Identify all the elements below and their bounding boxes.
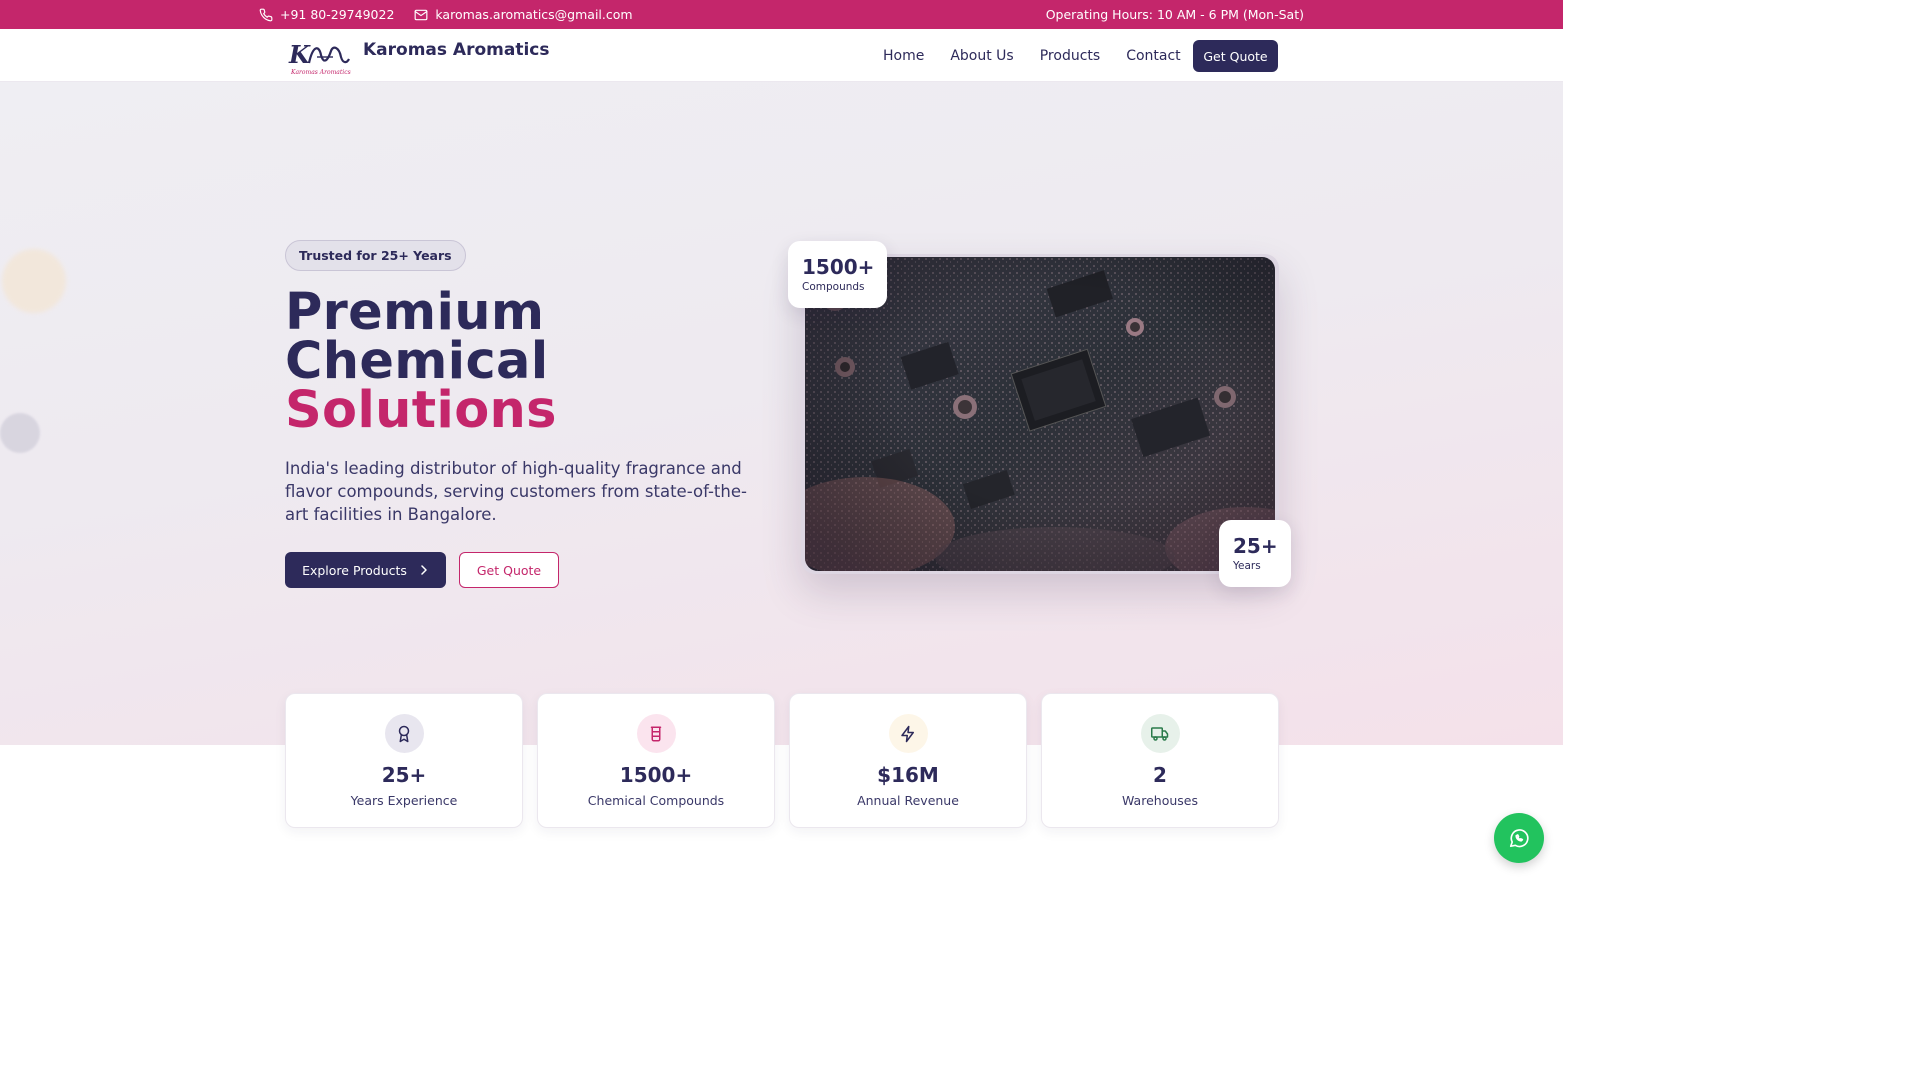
stat-label: Annual Revenue <box>857 793 959 808</box>
nav-link-contact[interactable]: Contact <box>1126 48 1180 64</box>
headline-line-2: Chemical <box>285 332 549 391</box>
nav-link-home[interactable]: Home <box>883 48 924 64</box>
lightning-icon <box>888 714 928 753</box>
mail-icon <box>414 9 428 20</box>
compounds-label: Compounds <box>802 281 865 293</box>
stat-value: 2 <box>1153 763 1167 787</box>
stat-label: Years Experience <box>350 793 458 808</box>
stat-card-warehouses: 2 Warehouses <box>1041 693 1279 828</box>
whatsapp-icon <box>1509 829 1529 848</box>
svg-text:Karomas Aromatics: Karomas Aromatics <box>290 69 351 76</box>
truck-icon <box>1140 714 1180 753</box>
compounds-float-card: 1500+ Compounds <box>788 241 887 308</box>
years-count: 25+ <box>1233 534 1278 558</box>
hero-headline: Premium Chemical Solutions <box>285 283 557 440</box>
stat-value: 25+ <box>381 763 427 787</box>
top-info-bar: +91 80-29749022 karomas.aromatics@gmail.… <box>0 0 1563 29</box>
years-float-card: 25+ Years <box>1219 520 1291 587</box>
compounds-count: 1500+ <box>802 255 875 279</box>
explore-products-label: Explore Products <box>302 562 407 578</box>
decorative-blob <box>0 413 40 453</box>
beaker-icon <box>636 714 676 753</box>
svg-text:K: K <box>288 40 311 69</box>
trust-badge: Trusted for 25+ Years <box>285 240 466 271</box>
stat-card-revenue: $16M Annual Revenue <box>789 693 1027 828</box>
decorative-blob <box>2 249 66 313</box>
stat-card-experience: 25+ Years Experience <box>285 693 523 828</box>
nav-get-quote-button[interactable]: Get Quote <box>1193 40 1278 72</box>
company-logo[interactable]: K Karomas Aromatics <box>287 37 351 77</box>
stat-label: Chemical Compounds <box>587 793 725 808</box>
stat-value: 1500+ <box>619 763 693 787</box>
hero-description: India's leading distributor of high-qual… <box>285 459 747 524</box>
phone-icon <box>259 8 273 21</box>
stat-value: $16M <box>877 763 939 787</box>
email-address: karomas.aromatics@gmail.com <box>435 7 633 22</box>
stat-card-compounds: 1500+ Chemical Compounds <box>537 693 775 828</box>
headline-accent: Solutions <box>285 381 557 440</box>
hero-section: Trusted for 25+ Years Premium Chemical S… <box>0 82 1563 745</box>
operating-hours: Operating Hours: 10 AM - 6 PM (Mon-Sat) <box>1045 7 1304 22</box>
nav-link-products[interactable]: Products <box>1040 48 1100 64</box>
nav-links: Home About Us Products Contact <box>870 29 1194 82</box>
explore-products-button[interactable]: Explore Products <box>285 552 446 588</box>
nav-link-about[interactable]: About Us <box>950 48 1013 64</box>
phone-number: +91 80-29749022 <box>280 7 395 22</box>
stat-label: Warehouses <box>1122 793 1198 808</box>
brand-name[interactable]: Karomas Aromatics <box>363 40 550 60</box>
chevron-right-icon <box>421 565 427 575</box>
main-navigation: K Karomas Aromatics Karomas Aromatics Ho… <box>0 29 1563 82</box>
whatsapp-chat-button[interactable] <box>1494 813 1544 863</box>
email-contact[interactable]: karomas.aromatics@gmail.com <box>414 7 633 22</box>
award-icon <box>384 714 424 753</box>
years-label: Years <box>1233 560 1261 572</box>
stats-row: 25+ Years Experience 1500+ Chemical Comp… <box>285 693 1279 828</box>
phone-contact[interactable]: +91 80-29749022 <box>259 7 394 22</box>
headline-line-1: Premium <box>285 283 545 342</box>
hero-get-quote-button[interactable]: Get Quote <box>459 552 559 588</box>
